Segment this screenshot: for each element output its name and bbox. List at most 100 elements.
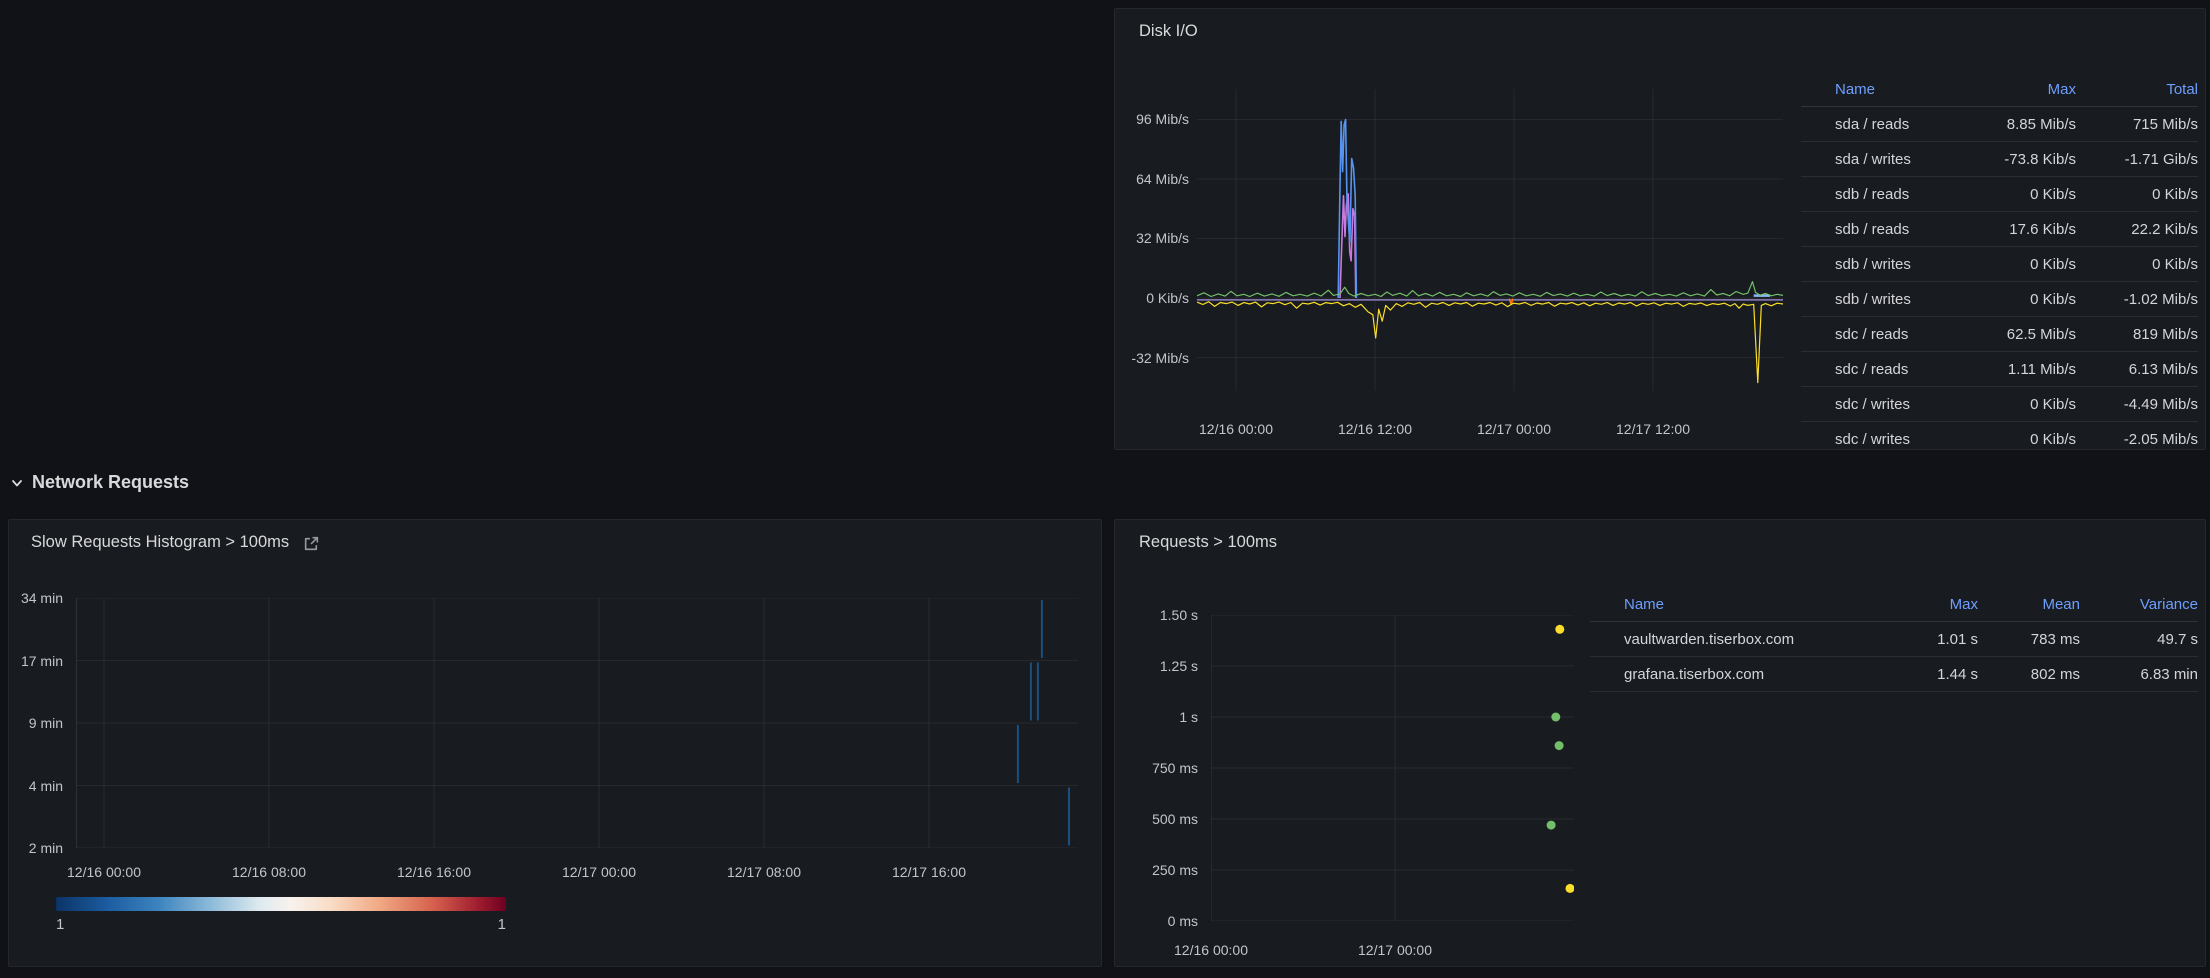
axis-tick-label: 12/16 16:00 (397, 862, 471, 882)
requests-legend-table: Name Max Mean Variance vaultwarden.tiser… (1590, 588, 2198, 692)
legend-value-max: 1.01 s (1886, 631, 1978, 648)
legend-value-total: 0 Kib/s (2076, 186, 2198, 203)
axis-tick-label: 12/17 00:00 (562, 862, 636, 882)
legend-series-name[interactable]: grafana.tiserbox.com (1624, 666, 1886, 683)
legend-header-name[interactable]: Name (1835, 81, 1958, 98)
heatmap-cell (1041, 600, 1043, 658)
axis-tick-label: 12/16 08:00 (232, 862, 306, 882)
legend-header-total[interactable]: Total (2076, 81, 2198, 98)
histogram-chart-plot[interactable] (76, 598, 1078, 848)
legend-value-total: 0 Kib/s (2076, 256, 2198, 273)
legend-series-name[interactable]: sdc / writes (1835, 396, 1958, 413)
panel-disk-io: Disk I/O 96 Mib/s64 Mib/s32 Mib/s0 Kib/s… (1114, 8, 2206, 450)
axis-tick-label: 9 min (9, 713, 63, 733)
axis-tick-label: 12/17 00:00 (1477, 419, 1551, 439)
legend-series-name[interactable]: sdb / reads (1835, 186, 1958, 203)
legend-value-max: 0 Kib/s (1958, 256, 2076, 273)
scatter-point (1566, 884, 1575, 893)
legend-row: sdb / reads0 Kib/s0 Kib/s (1801, 177, 2198, 212)
legend-row: sdc / writes0 Kib/s-2.05 Mib/s (1801, 422, 2198, 450)
axis-tick-label: 0 Kib/s (1115, 288, 1189, 308)
legend-value-variance: 6.83 min (2080, 666, 2198, 683)
row-header-network-requests[interactable]: Network Requests (10, 472, 189, 493)
legend-series-name[interactable]: sda / writes (1835, 151, 1958, 168)
chevron-down-icon (10, 476, 24, 490)
heatmap-cell (1068, 788, 1070, 846)
legend-row: sdc / reads62.5 Mib/s819 Mib/s (1801, 317, 2198, 352)
legend-header-mean[interactable]: Mean (1978, 596, 2080, 613)
axis-tick-label: 250 ms (1115, 860, 1198, 880)
legend-series-name[interactable]: sdb / writes (1835, 256, 1958, 273)
series-sda-reads-green- (1197, 282, 1783, 297)
panel-title-requests[interactable]: Requests > 100ms (1139, 533, 1277, 552)
requests-chart-plot[interactable] (1211, 615, 1574, 921)
legend-row: vaultwarden.tiserbox.com1.01 s783 ms49.7… (1590, 622, 2198, 657)
axis-tick-label: 96 Mib/s (1115, 109, 1189, 129)
axis-tick-label: 12/16 12:00 (1338, 419, 1412, 439)
color-scale-max: 1 (498, 916, 506, 933)
scatter-point (1555, 741, 1564, 750)
panel-title-slow-requests[interactable]: Slow Requests Histogram > 100ms (31, 533, 289, 552)
legend-value-max: 8.85 Mib/s (1958, 116, 2076, 133)
axis-tick-label: 12/17 16:00 (892, 862, 966, 882)
legend-header-variance[interactable]: Variance (2080, 596, 2198, 613)
legend-series-name[interactable]: sdc / reads (1835, 361, 1958, 378)
legend-row: sda / writes-73.8 Kib/s-1.71 Gib/s (1801, 142, 2198, 177)
legend-value-max: 1.11 Mib/s (1958, 361, 2076, 378)
legend-value-mean: 783 ms (1978, 631, 2080, 648)
axis-tick-label: 1.25 s (1115, 656, 1198, 676)
legend-value-max: 0 Kib/s (1958, 396, 2076, 413)
axis-tick-label: 12/17 08:00 (727, 862, 801, 882)
legend-series-name[interactable]: sdc / reads (1835, 326, 1958, 343)
series-sda-writes-yellow- (1197, 302, 1783, 383)
legend-header-name[interactable]: Name (1624, 596, 1886, 613)
scatter-point (1551, 713, 1560, 722)
heatmap-cell (1030, 663, 1032, 721)
axis-tick-label: 12/17 00:00 (1358, 940, 1432, 960)
legend-value-variance: 49.7 s (2080, 631, 2198, 648)
panel-title-disk-io[interactable]: Disk I/O (1139, 22, 1198, 41)
heatmap-color-scale-labels: 1 1 (56, 916, 506, 933)
axis-tick-label: 12/16 00:00 (1174, 940, 1248, 960)
legend-value-total: -1.02 Mib/s (2076, 291, 2198, 308)
external-link-icon[interactable] (303, 535, 320, 552)
axis-tick-label: 12/16 00:00 (1199, 419, 1273, 439)
legend-value-max: 17.6 Kib/s (1958, 221, 2076, 238)
legend-value-total: -4.49 Mib/s (2076, 396, 2198, 413)
legend-value-max: 0 Kib/s (1958, 186, 2076, 203)
section-title: Network Requests (32, 472, 189, 493)
axis-tick-label: 17 min (9, 651, 63, 671)
legend-series-name[interactable]: sdb / writes (1835, 291, 1958, 308)
legend-row: sdc / reads1.11 Mib/s6.13 Mib/s (1801, 352, 2198, 387)
scatter-point (1547, 821, 1556, 830)
legend-value-mean: 802 ms (1978, 666, 2080, 683)
axis-tick-label: 1.50 s (1115, 605, 1198, 625)
legend-series-name[interactable]: sdc / writes (1835, 431, 1958, 448)
disk-chart-plot[interactable] (1197, 89, 1783, 391)
legend-header-max[interactable]: Max (1886, 596, 1978, 613)
legend-row: sdc / writes0 Kib/s-4.49 Mib/s (1801, 387, 2198, 422)
legend-value-total: 819 Mib/s (2076, 326, 2198, 343)
axis-tick-label: 0 ms (1115, 911, 1198, 931)
heatmap-cell (1037, 663, 1039, 721)
axis-tick-label: 64 Mib/s (1115, 169, 1189, 189)
legend-series-name[interactable]: sda / reads (1835, 116, 1958, 133)
legend-header-max[interactable]: Max (1958, 81, 2076, 98)
axis-tick-label: -32 Mib/s (1115, 348, 1189, 368)
axis-tick-label: 2 min (9, 838, 63, 858)
legend-series-name[interactable]: vaultwarden.tiserbox.com (1624, 631, 1886, 648)
legend-value-max: 0 Kib/s (1958, 291, 2076, 308)
legend-value-total: -1.71 Gib/s (2076, 151, 2198, 168)
requests-legend-header: Name Max Mean Variance (1590, 588, 2198, 622)
panel-slow-requests-histogram: Slow Requests Histogram > 100ms 34 min17… (8, 519, 1102, 967)
legend-row: grafana.tiserbox.com1.44 s802 ms6.83 min (1590, 657, 2198, 692)
legend-value-total: 22.2 Kib/s (2076, 221, 2198, 238)
legend-value-total: -2.05 Mib/s (2076, 431, 2198, 448)
panel-requests: Requests > 100ms 1.50 s1.25 s1 s750 ms50… (1114, 519, 2206, 967)
legend-value-max: 1.44 s (1886, 666, 1978, 683)
color-scale-min: 1 (56, 916, 64, 933)
legend-row: sdb / writes0 Kib/s-1.02 Mib/s (1801, 282, 2198, 317)
legend-series-name[interactable]: sdb / reads (1835, 221, 1958, 238)
legend-row: sda / reads8.85 Mib/s715 Mib/s (1801, 107, 2198, 142)
heatmap-color-scale (56, 897, 506, 911)
